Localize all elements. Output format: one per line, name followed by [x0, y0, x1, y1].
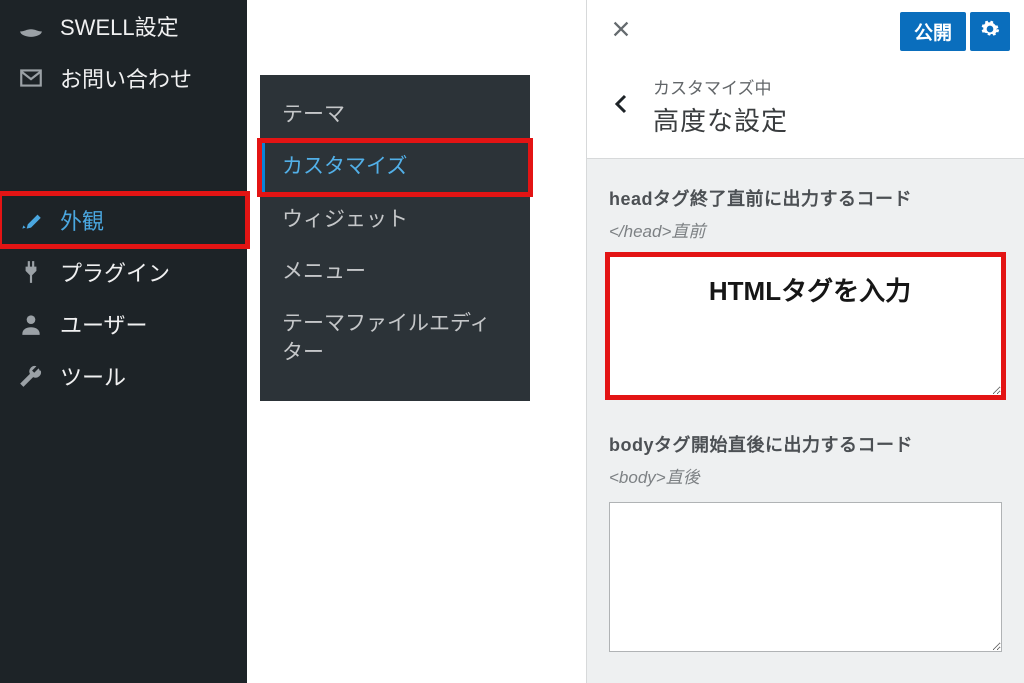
close-button[interactable] — [601, 11, 641, 51]
appearance-submenu: テーマ カスタマイズ ウィジェット メニュー テーマファイルエディター — [260, 75, 530, 401]
sidebar-item-users[interactable]: ユーザー — [0, 298, 247, 350]
admin-sidebar: SWELL設定 お問い合わせ 外観 プラグイン ユーザー ツール テーマ カ — [0, 0, 247, 683]
submenu-item-widgets[interactable]: ウィジェット — [260, 194, 530, 246]
page-title: 高度な設定 — [653, 101, 788, 138]
chevron-left-icon — [610, 90, 634, 123]
field-label: bodyタグ開始直後に出力するコード — [609, 431, 1002, 457]
submenu-item-customize[interactable]: カスタマイズ — [260, 141, 530, 193]
field-body-code: bodyタグ開始直後に出力するコード <body>直後 — [609, 431, 1002, 657]
submenu-item-theme-editor[interactable]: テーマファイルエディター — [260, 298, 530, 379]
head-code-textarea[interactable] — [609, 256, 1002, 396]
sidebar-item-label: SWELL設定 — [60, 10, 179, 42]
panel-topbar: 公開 — [587, 0, 1024, 62]
sidebar-item-plugins[interactable]: プラグイン — [0, 246, 247, 298]
close-icon — [610, 15, 632, 47]
sidebar-item-swell-settings[interactable]: SWELL設定 — [0, 0, 247, 52]
submenu-item-menus[interactable]: メニュー — [260, 246, 530, 298]
sidebar-item-label: 外観 — [60, 204, 104, 236]
sidebar-item-label: プラグイン — [60, 256, 170, 288]
field-label: headタグ終了直前に出力するコード — [609, 185, 1002, 211]
sidebar-item-label: お問い合わせ — [60, 62, 192, 94]
wrench-icon — [16, 361, 46, 391]
publish-button[interactable]: 公開 — [900, 12, 966, 51]
paintbrush-icon — [16, 205, 46, 235]
field-head-code: headタグ終了直前に出力するコード </head>直前 HTMLタグを入力 — [609, 185, 1002, 401]
breadcrumb-context: カスタマイズ中 — [653, 74, 788, 99]
back-button[interactable] — [599, 80, 645, 132]
plug-icon — [16, 257, 46, 287]
user-icon — [16, 309, 46, 339]
sidebar-item-contact[interactable]: お問い合わせ — [0, 52, 247, 104]
sidebar-item-label: ツール — [60, 360, 126, 392]
sidebar-item-tools[interactable]: ツール — [0, 350, 247, 402]
breadcrumb: カスタマイズ中 高度な設定 — [587, 62, 1024, 159]
sidebar-item-label: ユーザー — [60, 308, 148, 340]
field-hint: </head>直前 — [609, 217, 1002, 242]
submenu-item-themes[interactable]: テーマ — [260, 89, 530, 141]
field-hint: <body>直後 — [609, 463, 1002, 488]
sidebar-item-appearance[interactable]: 外観 — [0, 194, 247, 246]
customizer-panel: 公開 カスタマイズ中 高度な設定 headタグ終了直前に出力するコード </he… — [586, 0, 1024, 683]
body-code-textarea[interactable] — [609, 502, 1002, 652]
publish-settings-button[interactable] — [970, 12, 1010, 51]
gear-icon — [980, 19, 1000, 44]
swell-icon — [16, 11, 46, 41]
sidebar-gap — [0, 104, 247, 194]
envelope-icon — [16, 63, 46, 93]
panel-body: headタグ終了直前に出力するコード </head>直前 HTMLタグを入力 b… — [587, 159, 1024, 683]
